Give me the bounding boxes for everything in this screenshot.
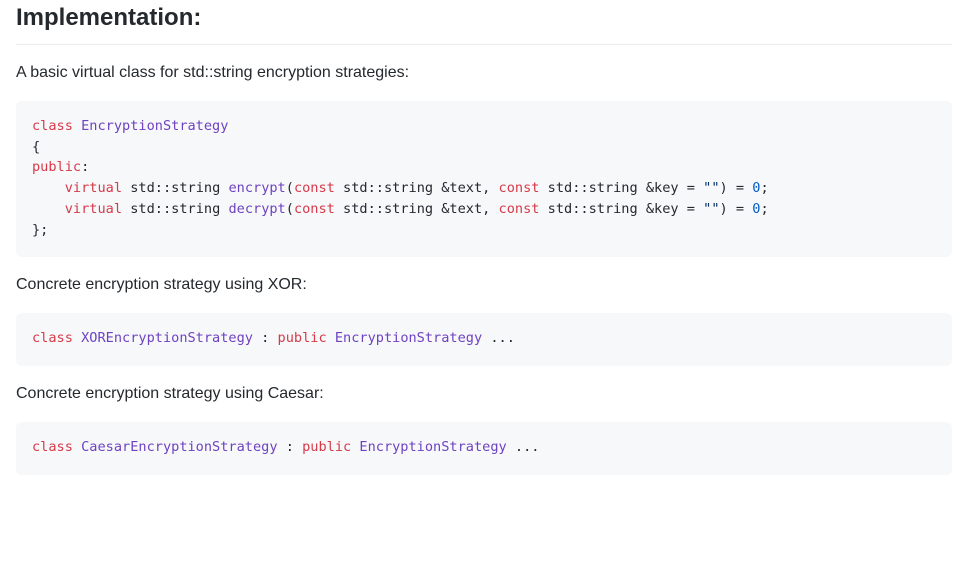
function-decrypt: decrypt: [228, 201, 285, 217]
indent: [32, 201, 65, 217]
code-text: std::string: [122, 201, 228, 217]
keyword-public: public: [278, 330, 327, 346]
string-literal: "": [703, 201, 719, 217]
code-text: ) =: [720, 201, 753, 217]
code-block-xor: class XOREncryptionStrategy : public Enc…: [16, 313, 952, 366]
class-name: EncryptionStrategy: [81, 118, 228, 134]
keyword-const: const: [294, 201, 335, 217]
code-text: [73, 330, 81, 346]
semicolon: ;: [760, 201, 768, 217]
base-class-name: EncryptionStrategy: [335, 330, 482, 346]
space: [327, 330, 335, 346]
indent: [32, 180, 65, 196]
keyword-class: class: [32, 330, 73, 346]
code-text: :: [278, 439, 303, 455]
colon: :: [81, 159, 89, 175]
class-name: XOREncryptionStrategy: [81, 330, 253, 346]
keyword-virtual: virtual: [65, 180, 122, 196]
paren-open: (: [286, 201, 294, 217]
brace-open: {: [32, 139, 40, 155]
code-block-base-class: class EncryptionStrategy { public: virtu…: [16, 101, 952, 257]
class-name: CaesarEncryptionStrategy: [81, 439, 277, 455]
keyword-const: const: [499, 180, 540, 196]
paren-open: (: [286, 180, 294, 196]
code-text: ...: [482, 330, 515, 346]
keyword-const: const: [294, 180, 335, 196]
code-text: std::string &key =: [539, 201, 703, 217]
semicolon: ;: [760, 180, 768, 196]
section-heading: Implementation:: [16, 0, 952, 45]
code-text: [73, 118, 81, 134]
keyword-virtual: virtual: [65, 201, 122, 217]
keyword-const: const: [499, 201, 540, 217]
code-text: [73, 439, 81, 455]
string-literal: "": [703, 180, 719, 196]
function-encrypt: encrypt: [228, 180, 285, 196]
caesar-paragraph: Concrete encryption strategy using Caesa…: [16, 382, 952, 406]
code-text: :: [253, 330, 278, 346]
code-text: std::string &text,: [335, 201, 499, 217]
keyword-class: class: [32, 439, 73, 455]
code-text: ) =: [720, 180, 753, 196]
code-text: std::string: [122, 180, 228, 196]
keyword-public: public: [32, 159, 81, 175]
code-text: ...: [507, 439, 540, 455]
keyword-class: class: [32, 118, 73, 134]
keyword-public: public: [302, 439, 351, 455]
brace-close: };: [32, 222, 48, 238]
code-text: std::string &text,: [335, 180, 499, 196]
intro-paragraph: A basic virtual class for std::string en…: [16, 61, 952, 85]
code-block-caesar: class CaesarEncryptionStrategy : public …: [16, 422, 952, 475]
code-text: std::string &key =: [539, 180, 703, 196]
xor-paragraph: Concrete encryption strategy using XOR:: [16, 273, 952, 297]
base-class-name: EncryptionStrategy: [359, 439, 506, 455]
